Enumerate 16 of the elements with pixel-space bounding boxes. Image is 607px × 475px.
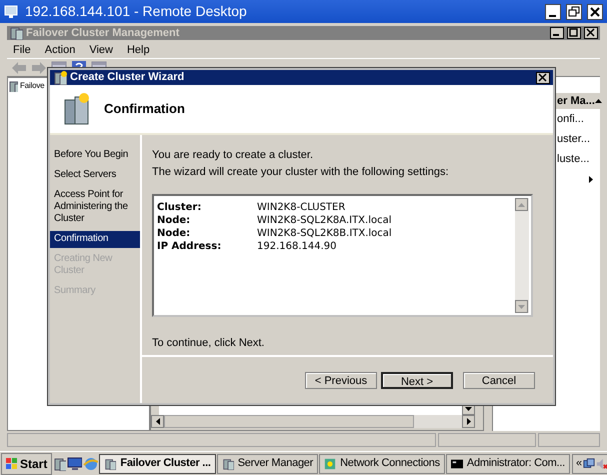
setting-value: WIN2K8-SQL2K8A.ITX.local — [257, 214, 392, 227]
page-heading: Confirmation — [104, 100, 185, 118]
intro-text: The wizard will create your cluster with the following settings: — [152, 164, 450, 180]
window-title: 192.168.144.101 - Remote Desktop — [25, 2, 248, 21]
setting-value: 192.168.144.90 — [257, 240, 337, 253]
setting-value: WIN2K8-SQL2K8B.ITX.local — [257, 227, 392, 240]
intro-text: You are ready to create a cluster. — [152, 148, 314, 163]
instruction-text: To continue, click Next. — [152, 336, 266, 351]
setting-label: Cluster: — [157, 201, 202, 214]
setting-label: Node: — [157, 214, 192, 227]
setting-value: WIN2K8-CLUSTER — [257, 201, 346, 214]
window-title: Failover Cluster Management — [26, 26, 180, 41]
setting-label: IP Address: — [157, 240, 222, 253]
setting-label: Node: — [157, 227, 192, 240]
actions-header: er Ma... — [557, 94, 595, 109]
dialog-title: Create Cluster Wizard — [70, 70, 186, 86]
